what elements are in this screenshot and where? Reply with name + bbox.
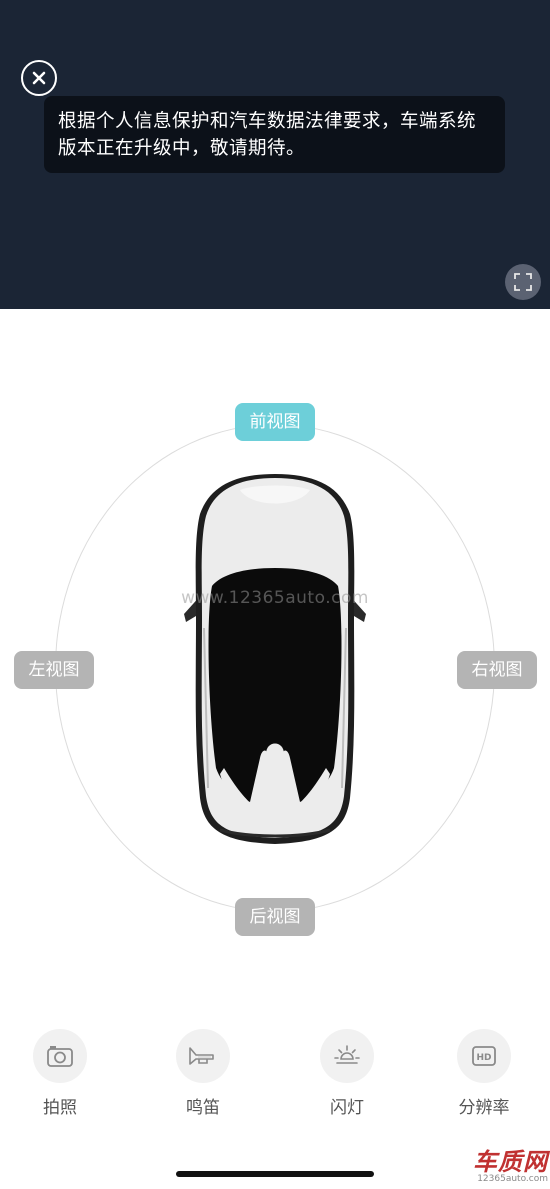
light-icon (334, 1045, 360, 1064)
close-button[interactable] (21, 60, 57, 96)
car-top-view (184, 474, 366, 844)
upgrade-notice: 根据个人信息保护和汽车数据法律要求，车端系统版本正在升级中，敬请期待。 (44, 96, 505, 173)
front-view-button[interactable]: 前视图 (235, 403, 315, 441)
camera-icon (47, 1046, 73, 1067)
fullscreen-icon (514, 273, 532, 291)
photo-label: 拍照 (43, 1098, 77, 1118)
site-logo: 车质网 12365auto.com (456, 1142, 548, 1188)
hd-badge-text: HD (476, 1053, 491, 1063)
rear-view-button[interactable]: 后视图 (235, 898, 315, 936)
watermark-text: www.12365auto.com (181, 588, 369, 608)
resolution-button[interactable]: HD 分辨率 (434, 1029, 534, 1118)
flash-label: 闪灯 (330, 1098, 364, 1118)
horn-label: 鸣笛 (186, 1098, 220, 1118)
site-logo-sub: 12365auto.com (477, 1174, 548, 1184)
home-indicator (176, 1171, 374, 1177)
photo-button[interactable]: 拍照 (10, 1029, 110, 1118)
horn-icon (189, 1047, 214, 1065)
fullscreen-button[interactable] (505, 264, 541, 300)
left-view-button[interactable]: 左视图 (14, 651, 94, 689)
hd-icon: HD (472, 1046, 496, 1066)
photo-circle (33, 1029, 87, 1083)
camera-preview: 根据个人信息保护和汽车数据法律要求，车端系统版本正在升级中，敬请期待。 (0, 0, 550, 309)
flash-lights-button[interactable]: 闪灯 (297, 1029, 397, 1118)
flash-circle (320, 1029, 374, 1083)
resolution-circle: HD (457, 1029, 511, 1083)
close-icon (32, 71, 46, 85)
resolution-label: 分辨率 (458, 1098, 510, 1118)
horn-circle (176, 1029, 230, 1083)
site-logo-main: 车质网 (473, 1148, 548, 1176)
horn-button[interactable]: 鸣笛 (153, 1029, 253, 1118)
right-view-button[interactable]: 右视图 (457, 651, 537, 689)
